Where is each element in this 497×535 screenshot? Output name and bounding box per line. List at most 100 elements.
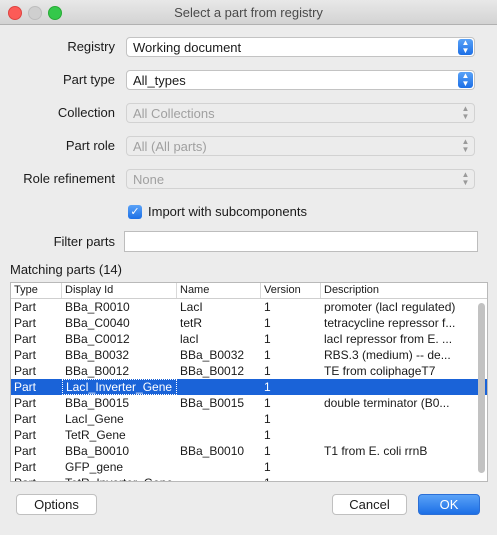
table-row[interactable]: Part BBa_B0015 BBa_B0015 1 double terminator…: [11, 395, 487, 411]
cell-type: Part: [14, 412, 37, 426]
cell-version: 1: [264, 428, 271, 442]
window-title: Select a part from registry: [174, 5, 323, 20]
cell-display-id: LacI_Gene: [65, 412, 124, 426]
cell-version: 1: [264, 332, 271, 346]
ok-button[interactable]: OK: [418, 494, 480, 515]
cell-version: 1: [261, 475, 321, 481]
table-row[interactable]: Part GFP_gene 1: [11, 459, 487, 475]
cell-type: Part: [14, 428, 37, 442]
cell-description: double terminator (B0...: [324, 396, 450, 410]
cell-display-id: GFP_gene: [65, 460, 124, 474]
cell-name: BBa_B0010: [180, 444, 245, 458]
cell-version: 1: [264, 364, 271, 378]
role-refinement-label: Role refinement: [23, 171, 115, 186]
cell-type: Part: [14, 444, 37, 458]
role-refinement-value: None: [133, 172, 165, 187]
table-row[interactable]: PartTetR_Inverter_Gene 1: [11, 475, 487, 481]
cell-description: promoter (lacI regulated): [324, 300, 456, 314]
table-header: Type Display Id Name Version Description: [11, 283, 487, 299]
cell-description: [321, 379, 471, 395]
table-row[interactable]: Part LacI_Inverter_Gene 1: [11, 379, 487, 395]
cell-version: 1: [264, 380, 271, 394]
role-refinement-select: None ▲ ▼: [126, 169, 475, 189]
chevron-updown-icon: ▲ ▼: [458, 72, 473, 88]
cell-display-id: BBa_B0010: [65, 444, 130, 458]
cell-display-id: BBa_B0015: [65, 396, 130, 410]
part-role-select: All (All parts) ▲ ▼: [126, 136, 475, 156]
cell-description: TE from coliphageT7: [324, 364, 436, 378]
cell-version: 1: [264, 412, 271, 426]
table-row[interactable]: Part BBa_B0010 BBa_B0010 1 T1 from E. coli r…: [11, 443, 487, 459]
cell-display-id: TetR_Gene: [65, 428, 126, 442]
cell-description: T1 from E. coli rrnB: [324, 444, 428, 458]
cell-description: [321, 475, 471, 481]
registry-select[interactable]: Working document ▲ ▼: [126, 37, 475, 57]
cell-name: tetR: [180, 316, 203, 330]
collection-label: Collection: [57, 105, 115, 120]
column-header-type[interactable]: Type: [11, 283, 62, 298]
chevron-updown-icon: ▲ ▼: [461, 170, 470, 187]
cell-display-id: BBa_C0040: [65, 316, 130, 330]
cell-type: Part: [14, 332, 37, 346]
cell-display-id: BBa_B0012: [65, 364, 130, 378]
cell-version: 1: [264, 396, 271, 410]
cell-version: 1: [264, 300, 271, 314]
cell-type: Part: [14, 460, 37, 474]
column-header-description[interactable]: Description: [321, 283, 487, 298]
part-type-select[interactable]: All_types ▲ ▼: [126, 70, 475, 90]
cancel-button[interactable]: Cancel: [332, 494, 407, 515]
cell-description: tetracycline repressor f...: [324, 316, 456, 330]
cell-type: Part: [11, 475, 62, 481]
cell-description: [321, 427, 471, 443]
table-row[interactable]: Part TetR_Gene 1: [11, 427, 487, 443]
cell-description: [321, 411, 471, 427]
cell-name: [177, 411, 261, 427]
import-subcomponents-checkbox[interactable]: ✓: [128, 205, 142, 219]
table-body: Part BBa_R0010 LacI 1 promoter (lacI regulat…: [11, 299, 487, 481]
table-scrollbar[interactable]: [478, 303, 485, 473]
cell-display-id: LacI_Inverter_Gene: [62, 379, 177, 395]
parts-table[interactable]: Type Display Id Name Version Description…: [10, 282, 488, 482]
cell-type: Part: [14, 348, 37, 362]
cell-type: Part: [14, 396, 37, 410]
cell-name: BBa_B0015: [180, 396, 245, 410]
collection-select: All Collections ▲ ▼: [126, 103, 475, 123]
column-header-version[interactable]: Version: [261, 283, 321, 298]
import-subcomponents-label: Import with subcomponents: [148, 204, 307, 219]
chevron-updown-icon: ▲ ▼: [458, 39, 473, 55]
options-button[interactable]: Options: [16, 494, 97, 515]
chevron-updown-icon: ▲ ▼: [461, 104, 470, 121]
table-row[interactable]: Part BBa_B0012 BBa_B0012 1 TE from coliphage…: [11, 363, 487, 379]
column-header-display-id[interactable]: Display Id: [62, 283, 177, 298]
cell-version: 1: [264, 460, 271, 474]
table-row[interactable]: Part BBa_C0040 tetR 1 tetracycline repressor…: [11, 315, 487, 331]
column-header-name[interactable]: Name: [177, 283, 261, 298]
table-row[interactable]: Part BBa_B0032 BBa_B0032 1 RBS.3 (medium) --…: [11, 347, 487, 363]
part-role-label: Part role: [65, 138, 115, 153]
cell-name: lacI: [180, 332, 199, 346]
table-row[interactable]: Part BBa_C0012 lacI 1 lacI repressor from E.…: [11, 331, 487, 347]
cell-description: [321, 459, 471, 475]
cell-description: RBS.3 (medium) -- de...: [324, 348, 451, 362]
cell-display-id: BBa_R0010: [65, 300, 130, 314]
cell-display-id: BBa_C0012: [65, 332, 130, 346]
filter-parts-input[interactable]: [124, 231, 478, 252]
cell-description: lacI repressor from E. ...: [324, 332, 453, 346]
cell-name: [177, 475, 261, 481]
table-row[interactable]: Part BBa_R0010 LacI 1 promoter (lacI regulat…: [11, 299, 487, 315]
cell-version: 1: [264, 348, 271, 362]
cell-name: BBa_B0032: [180, 348, 245, 362]
title-bar: Select a part from registry: [0, 0, 497, 25]
cell-name: [177, 459, 261, 475]
table-row[interactable]: Part LacI_Gene 1: [11, 411, 487, 427]
cell-display-id: TetR_Inverter_Gene: [62, 475, 177, 481]
registry-value: Working document: [133, 40, 242, 55]
cell-name: BBa_B0012: [180, 364, 245, 378]
cell-name: [177, 427, 261, 443]
cell-version: 1: [264, 316, 271, 330]
matching-parts-title: Matching parts (14): [10, 262, 122, 277]
cell-name: LacI: [180, 300, 203, 314]
collection-value: All Collections: [133, 106, 215, 121]
cell-display-id: BBa_B0032: [65, 348, 130, 362]
registry-label: Registry: [67, 39, 115, 54]
